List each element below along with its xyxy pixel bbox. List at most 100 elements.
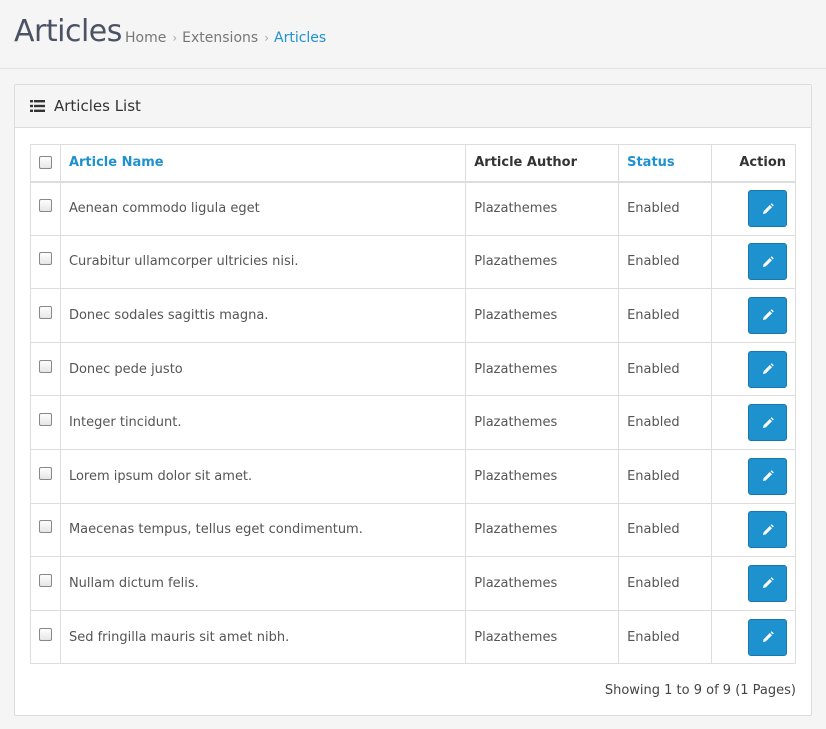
action-cell: [711, 288, 796, 343]
article-name-cell: Nullam dictum felis.: [59, 556, 467, 611]
table-row: Lorem ipsum dolor sit amet. Plazathemes …: [30, 448, 796, 504]
status-cell: Enabled: [618, 181, 713, 236]
panel-heading: Articles List: [15, 85, 811, 128]
breadcrumb-separator: ›: [172, 31, 178, 45]
column-status[interactable]: Status: [618, 144, 713, 183]
row-checkbox[interactable]: [38, 359, 52, 373]
article-author-cell: Plazathemes: [465, 556, 620, 611]
column-article-author: Article Author: [465, 144, 620, 183]
edit-button[interactable]: [748, 350, 787, 388]
table-row: Aenean commodo ligula eget Plazathemes E…: [30, 181, 796, 236]
pencil-icon: [762, 202, 774, 214]
article-author-cell: Plazathemes: [465, 181, 620, 236]
status-cell: Enabled: [618, 288, 713, 343]
row-select-cell: [30, 181, 61, 236]
table-row: Integer tincidunt. Plazathemes Enabled: [30, 395, 796, 450]
row-checkbox[interactable]: [38, 573, 52, 587]
articles-panel: Articles List Article Name Article Autho…: [14, 84, 812, 716]
article-author-cell: Plazathemes: [465, 609, 620, 665]
row-select-cell: [30, 234, 61, 290]
table-row: Sed fringilla mauris sit amet nibh. Plaz…: [30, 609, 796, 665]
list-icon: [30, 100, 45, 112]
pencil-icon: [762, 256, 774, 267]
pencil-icon: [762, 524, 774, 535]
article-name-cell: Sed fringilla mauris sit amet nibh.: [59, 609, 467, 665]
breadcrumb-home[interactable]: Home: [125, 30, 166, 46]
status-cell: Enabled: [618, 556, 713, 611]
row-checkbox[interactable]: [38, 627, 52, 641]
article-author-cell: Plazathemes: [465, 288, 620, 343]
action-cell: [711, 395, 796, 450]
pencil-icon: [762, 416, 774, 428]
table-row: Curabitur ullamcorper ultricies nisi. Pl…: [30, 234, 796, 290]
edit-button[interactable]: [748, 404, 787, 442]
action-cell: [711, 181, 796, 236]
row-select-cell: [30, 395, 61, 450]
table-row: Donec pede justo Plazathemes Enabled: [30, 341, 796, 397]
article-name-cell: Donec sodales sagittis magna.: [59, 288, 467, 343]
action-cell: [711, 448, 796, 504]
article-author-cell: Plazathemes: [465, 341, 620, 397]
select-all-cell: [30, 144, 61, 183]
action-cell: [711, 609, 796, 665]
article-author-cell: Plazathemes: [465, 448, 620, 504]
table-row: Maecenas tempus, tellus eget condimentum…: [30, 502, 796, 558]
article-author-cell: Plazathemes: [465, 502, 620, 558]
row-select-cell: [30, 556, 61, 611]
column-article-name[interactable]: Article Name: [59, 144, 467, 183]
article-author-cell: Plazathemes: [465, 234, 620, 290]
row-checkbox[interactable]: [38, 520, 52, 534]
action-cell: [711, 341, 796, 397]
status-cell: Enabled: [618, 234, 713, 290]
row-checkbox[interactable]: [38, 199, 52, 213]
action-cell: [711, 556, 796, 611]
breadcrumb-extensions[interactable]: Extensions: [182, 30, 258, 46]
status-cell: Enabled: [618, 448, 713, 504]
row-select-cell: [30, 609, 61, 665]
breadcrumb-separator: ›: [264, 31, 269, 45]
edit-button[interactable]: [748, 618, 787, 656]
breadcrumb-articles[interactable]: Articles: [274, 30, 326, 46]
status-cell: Enabled: [618, 341, 713, 397]
pencil-icon: [762, 577, 774, 589]
status-cell: Enabled: [618, 502, 713, 558]
edit-button[interactable]: [748, 564, 787, 602]
pencil-icon: [762, 470, 774, 482]
panel-title: Articles List: [54, 97, 141, 115]
select-all-checkbox[interactable]: [38, 156, 52, 170]
row-select-cell: [30, 502, 61, 558]
article-author-cell: Plazathemes: [465, 395, 620, 450]
row-checkbox[interactable]: [38, 305, 52, 319]
edit-button[interactable]: [748, 190, 787, 228]
edit-button[interactable]: [748, 457, 787, 495]
edit-button[interactable]: [748, 296, 787, 334]
articles-table: Article Name Article Author Status Actio…: [30, 144, 796, 665]
table-row: Nullam dictum felis. Plazathemes Enabled: [30, 556, 796, 611]
pencil-icon: [762, 309, 774, 321]
table-row: Donec sodales sagittis magna. Plazatheme…: [30, 288, 796, 343]
edit-button[interactable]: [748, 511, 787, 549]
page-header: Articles Home › Extensions › Articles: [0, 0, 826, 69]
column-action: Action: [711, 144, 796, 183]
article-name-cell: Maecenas tempus, tellus eget condimentum…: [59, 502, 467, 558]
table-header-row: Article Name Article Author Status Actio…: [30, 144, 796, 183]
article-name-cell: Donec pede justo: [59, 341, 467, 397]
pencil-icon: [762, 363, 774, 375]
row-select-cell: [30, 448, 61, 504]
article-name-cell: Aenean commodo ligula eget: [59, 181, 467, 236]
pagination-summary: Showing 1 to 9 of 9 (1 Pages): [604, 683, 796, 698]
page-title: Articles: [14, 14, 122, 49]
edit-button[interactable]: [748, 243, 787, 281]
action-cell: [711, 502, 796, 558]
article-name-cell: Curabitur ullamcorper ultricies nisi.: [59, 234, 467, 290]
breadcrumb: Home › Extensions › Articles: [125, 30, 326, 46]
pencil-icon: [762, 631, 774, 643]
row-checkbox[interactable]: [38, 252, 52, 266]
article-name-cell: Integer tincidunt.: [59, 395, 467, 450]
row-checkbox[interactable]: [38, 413, 52, 427]
article-name-cell: Lorem ipsum dolor sit amet.: [59, 448, 467, 504]
row-checkbox[interactable]: [38, 466, 52, 480]
status-cell: Enabled: [618, 609, 713, 665]
row-select-cell: [30, 341, 61, 397]
status-cell: Enabled: [618, 395, 713, 450]
